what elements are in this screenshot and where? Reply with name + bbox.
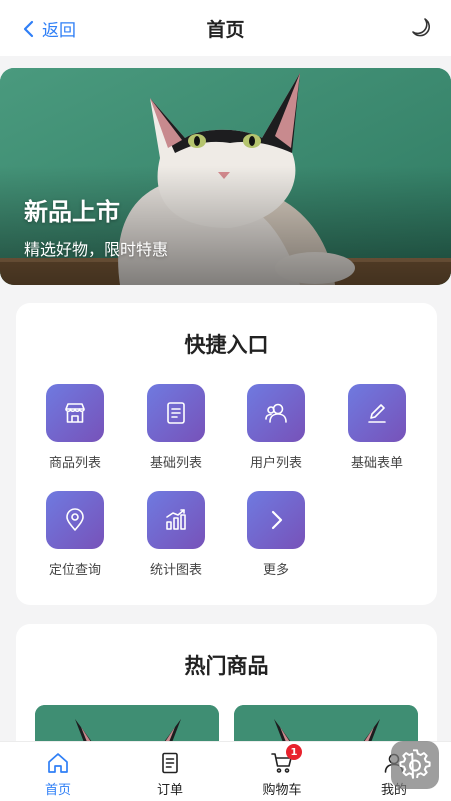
quick-item-statistics[interactable]: 统计图表 <box>126 491 226 578</box>
bottom-tabbar: 首页 订单 1 购物车 我的 <box>0 741 451 801</box>
quick-item-basic-list[interactable]: 基础列表 <box>126 384 226 471</box>
page-title: 首页 <box>206 18 245 41</box>
quick-item-label: 商品列表 <box>48 456 101 471</box>
quick-item-basic-form[interactable]: 基础表单 <box>327 384 427 471</box>
quick-item-tile <box>348 384 406 442</box>
cart-badge: 1 <box>286 744 302 760</box>
moon-icon[interactable] <box>411 17 433 39</box>
banner-title: 新品上市 <box>24 198 120 226</box>
home-icon <box>48 753 68 773</box>
order-icon <box>162 752 178 774</box>
quick-item-more[interactable]: 更多 <box>226 491 326 578</box>
quick-item-label: 基础列表 <box>149 456 202 471</box>
quick-item-label: 定位查询 <box>48 563 101 578</box>
tab-label: 购物车 <box>262 783 302 798</box>
tab-label: 订单 <box>156 783 183 798</box>
chart-icon <box>166 509 186 530</box>
tab-cart[interactable]: 1 购物车 <box>226 742 338 801</box>
tab-home[interactable]: 首页 <box>2 742 114 801</box>
quick-item-user-list[interactable]: 用户列表 <box>226 384 326 471</box>
quick-item-tile <box>147 491 205 549</box>
quick-item-tile <box>247 491 305 549</box>
tab-label: 首页 <box>44 783 71 798</box>
back-button[interactable]: 返回 <box>22 16 76 41</box>
chevron-right-icon <box>271 510 283 530</box>
users-icon <box>265 403 287 423</box>
quick-entry-title: 快捷入口 <box>184 333 269 357</box>
location-icon <box>66 508 84 531</box>
quick-entry-card: 快捷入口 商品列表 基础列表 用户列表 基础表单 定位查询 统计图表 更多 <box>16 303 437 605</box>
hot-products-title: 热门商品 <box>184 654 269 678</box>
shop-icon <box>65 403 85 423</box>
quick-item-label: 用户列表 <box>249 456 302 471</box>
quick-item-label: 基础表单 <box>350 456 403 471</box>
tab-orders[interactable]: 订单 <box>114 742 226 801</box>
document-icon <box>167 402 185 424</box>
quick-item-label: 更多 <box>262 563 289 578</box>
back-label: 返回 <box>42 21 76 41</box>
quick-item-tile <box>46 491 104 549</box>
top-navbar: 返回 首页 <box>0 0 451 56</box>
quick-item-location[interactable]: 定位查询 <box>25 491 125 578</box>
edit-icon <box>368 404 386 423</box>
quick-item-tile <box>147 384 205 442</box>
quick-item-tile <box>247 384 305 442</box>
gear-icon <box>399 749 431 779</box>
banner-subtitle: 精选好物，限时特惠 <box>24 240 169 259</box>
quick-item-tile <box>46 384 104 442</box>
quick-item-product-list[interactable]: 商品列表 <box>25 384 125 471</box>
chevron-left-icon <box>23 20 34 37</box>
quick-item-label: 统计图表 <box>149 563 202 578</box>
floating-settings-button[interactable] <box>391 741 439 789</box>
